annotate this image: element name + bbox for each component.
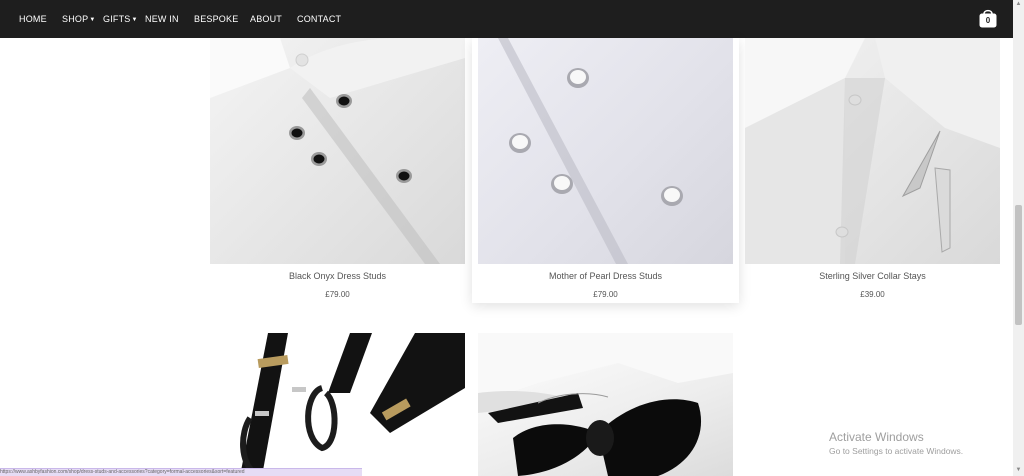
nav-home[interactable]: HOME — [19, 14, 47, 24]
browser-status-bar: https://www.ashbyfashion.com/shop/dress-… — [0, 468, 362, 476]
shopping-bag-button[interactable]: 0 — [977, 7, 999, 29]
product-card[interactable] — [478, 333, 733, 476]
collar-stays-photo — [745, 38, 1000, 264]
chevron-down-icon: ▼ — [89, 17, 96, 23]
nav-new-in[interactable]: NEW IN — [145, 14, 179, 24]
product-image[interactable] — [210, 333, 465, 476]
activate-windows-subtitle: Go to Settings to activate Windows. — [829, 446, 964, 456]
product-price: £79.00 — [593, 290, 618, 299]
scroll-down-arrow-icon[interactable]: ▼ — [1015, 467, 1022, 475]
product-name[interactable]: Mother of Pearl Dress Studs — [472, 271, 739, 281]
braces-photo — [240, 333, 465, 476]
product-name[interactable]: Sterling Silver Collar Stays — [745, 271, 1000, 281]
product-image[interactable] — [745, 38, 1000, 264]
product-image[interactable] — [210, 38, 465, 264]
product-image[interactable] — [478, 333, 733, 476]
cart-count-badge: 0 — [985, 16, 991, 25]
status-url: https://www.ashbyfashion.com/shop/dress-… — [0, 469, 245, 475]
product-card[interactable]: Sterling Silver Collar Stays £39.00 — [745, 38, 1000, 303]
nav-bespoke[interactable]: BESPOKE — [194, 14, 238, 24]
nav-about[interactable]: ABOUT — [250, 14, 282, 24]
chevron-down-icon: ▼ — [131, 17, 138, 23]
nav-shop[interactable]: SHOP▼ — [62, 14, 95, 24]
product-card[interactable] — [210, 333, 465, 476]
shirt-studs-photo — [498, 38, 683, 264]
product-price: £79.00 — [325, 290, 350, 299]
nav-gifts[interactable]: GIFTS▼ — [103, 14, 138, 24]
nav-gifts-label: GIFTS — [103, 14, 131, 24]
page-scrollbar[interactable]: ▲ ▼ — [1013, 0, 1024, 476]
product-card[interactable]: Mother of Pearl Dress Studs £79.00 — [472, 38, 739, 303]
scrollbar-thumb[interactable] — [1015, 205, 1022, 325]
shirt-studs-photo — [210, 38, 465, 264]
nav-contact[interactable]: CONTACT — [297, 14, 341, 24]
product-name[interactable]: Black Onyx Dress Studs — [210, 271, 465, 281]
product-price: £39.00 — [860, 290, 885, 299]
activate-windows-title: Activate Windows — [829, 430, 924, 444]
product-card[interactable]: Black Onyx Dress Studs £79.00 — [210, 38, 465, 303]
top-navigation-bar: HOME SHOP▼ GIFTS▼ NEW IN BESPOKE ABOUT C… — [0, 0, 1013, 38]
bow-tie-photo — [478, 333, 733, 476]
product-image[interactable] — [478, 38, 733, 264]
scroll-up-arrow-icon[interactable]: ▲ — [1015, 1, 1022, 9]
nav-shop-label: SHOP — [62, 14, 89, 24]
